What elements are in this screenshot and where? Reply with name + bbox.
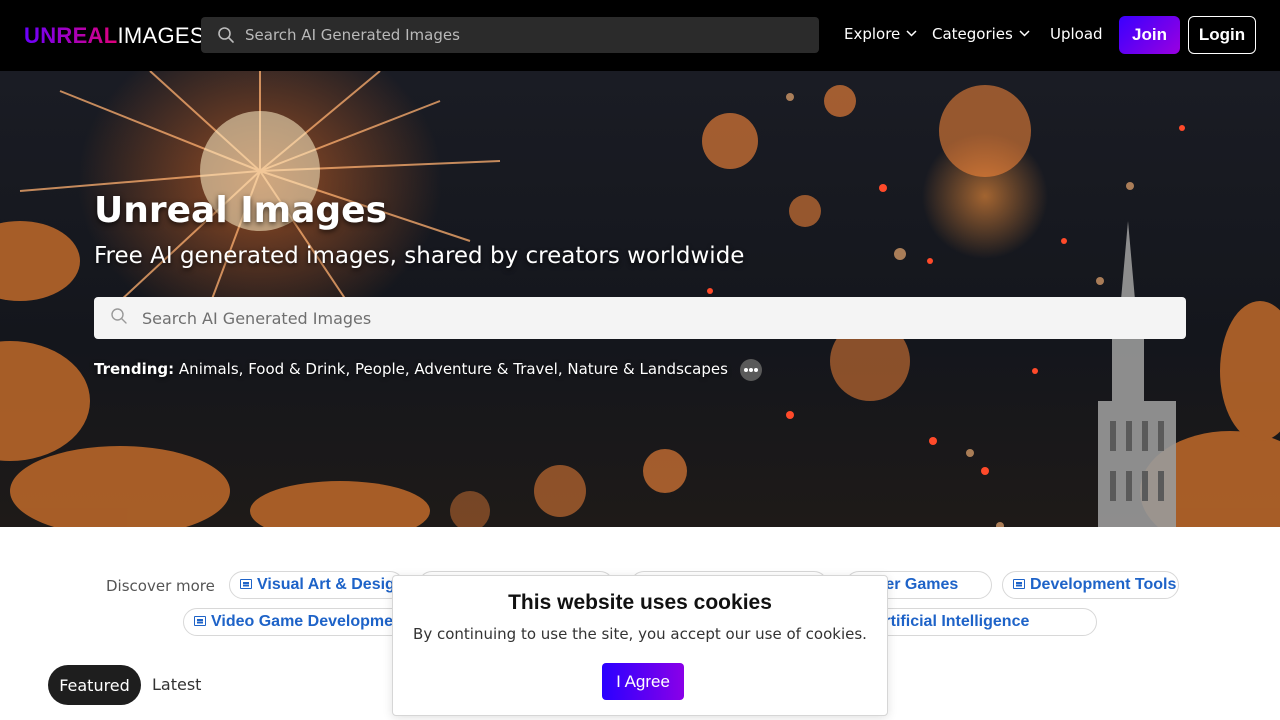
trending-link[interactable]: Food & Drink: [248, 360, 345, 378]
login-button[interactable]: Login: [1188, 16, 1256, 54]
discover-chip[interactable]: Visual Art & Design: [229, 571, 404, 599]
chevron-down-icon: [906, 30, 917, 37]
tab-featured[interactable]: Featured: [48, 665, 141, 705]
hero-search-bar: [94, 297, 1186, 339]
logo-wordmark-light: IMAGES: [117, 23, 205, 48]
ellipsis-icon-dot: [749, 368, 753, 372]
ellipsis-icon-dot: [754, 368, 758, 372]
hero-title: Unreal Images: [94, 190, 388, 231]
trending-label: Trending:: [94, 360, 175, 378]
hero-search-input[interactable]: [142, 297, 1172, 339]
newspaper-icon: [240, 579, 252, 589]
cookie-consent-dialog: This website uses cookies By continuing …: [392, 575, 888, 716]
more-trending-button[interactable]: [740, 359, 762, 381]
nav-search-input[interactable]: [245, 17, 805, 53]
newspaper-icon: [194, 616, 206, 626]
chip-label: Visual Art & Design: [257, 576, 404, 593]
logo-wordmark-bold: UNREAL: [24, 23, 118, 48]
chip-label: Video Game Development: [211, 613, 408, 630]
trending-link[interactable]: People: [355, 360, 405, 378]
discover-chip[interactable]: Video Game Development: [183, 608, 408, 636]
discover-more-label: Discover more: [106, 577, 215, 595]
nav-search-bar: [201, 17, 819, 53]
newspaper-icon: [1013, 579, 1025, 589]
agree-button[interactable]: I Agree: [602, 663, 684, 700]
nav-explore-label: Explore: [844, 25, 901, 43]
nav-categories-label: Categories: [932, 25, 1013, 43]
trending-list: Trending: Animals, Food & Drink, People,…: [94, 360, 728, 378]
trending-link[interactable]: Animals: [179, 360, 239, 378]
site-logo[interactable]: UNREALIMAGES: [24, 23, 205, 49]
ellipsis-icon: [744, 368, 748, 372]
cookie-title: This website uses cookies: [508, 591, 772, 614]
nav-upload-link[interactable]: Upload: [1050, 25, 1103, 43]
nav-explore-menu[interactable]: Explore: [844, 25, 917, 43]
trending-link[interactable]: Nature & Landscapes: [567, 360, 728, 378]
search-icon: [111, 308, 127, 324]
chevron-down-icon: [1019, 30, 1030, 37]
search-icon: [218, 27, 234, 43]
join-button[interactable]: Join: [1119, 16, 1180, 54]
top-navbar: UNREALIMAGES Explore Categories Upload J…: [0, 0, 1280, 71]
tab-latest[interactable]: Latest: [152, 675, 201, 694]
chip-label: Development Tools: [1030, 576, 1177, 593]
cookie-message: By continuing to use the site, you accep…: [413, 625, 867, 643]
discover-chip[interactable]: Development Tools: [1002, 571, 1179, 599]
hero-subtitle: Free AI generated images, shared by crea…: [94, 243, 745, 269]
hero-banner: Unreal Images Free AI generated images, …: [0, 71, 1280, 527]
trending-link[interactable]: Adventure & Travel: [414, 360, 557, 378]
nav-categories-menu[interactable]: Categories: [932, 25, 1030, 43]
